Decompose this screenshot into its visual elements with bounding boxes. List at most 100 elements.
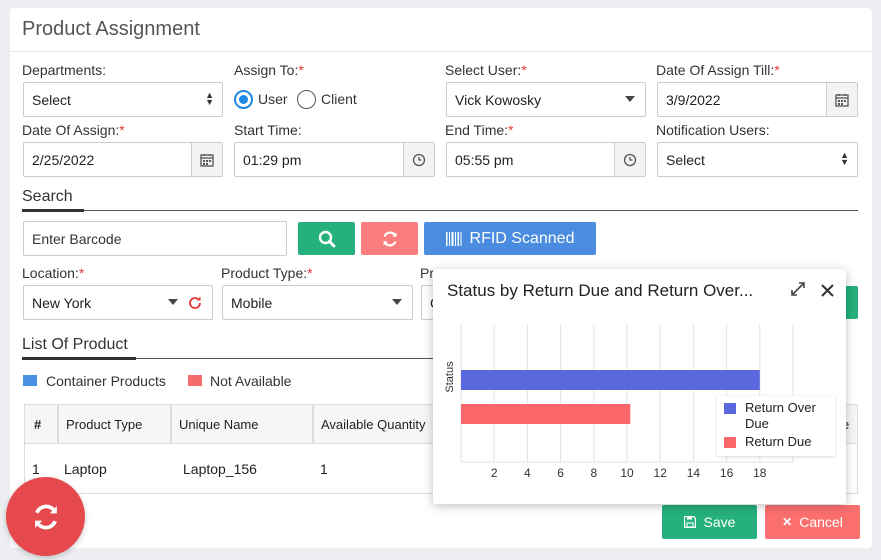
legend-return-due-label: Return Due	[745, 434, 812, 449]
notification-users-label: Notification Users:	[656, 122, 770, 138]
refresh-icon	[382, 231, 397, 246]
card-header: Product Assignment	[10, 8, 872, 52]
location-label: Location:*	[22, 265, 85, 281]
start-time-input[interactable]: 01:29 pm	[234, 142, 435, 177]
departments-select[interactable]: Select ▲ ▼	[23, 82, 223, 117]
partial-label: Pr	[420, 265, 434, 281]
end-time-value: 05:55 pm	[455, 151, 514, 168]
departments-value: Select	[32, 91, 71, 108]
date-assign-till-label: Date Of Assign Till:*	[656, 62, 780, 78]
cancel-button[interactable]: ✕ Cancel	[765, 505, 860, 539]
date-of-assign-input[interactable]: 2/25/2022	[23, 142, 223, 177]
page-title: Product Assignment	[22, 18, 200, 40]
date-of-assign-label: Date Of Assign:*	[22, 122, 125, 138]
chevron-down-icon	[168, 299, 178, 305]
x-tick-label: 4	[524, 466, 531, 480]
x-tick-label: 6	[557, 466, 564, 480]
expand-icon[interactable]	[790, 281, 806, 297]
start-time-label: Start Time:	[234, 122, 302, 138]
departments-label: Departments:	[22, 62, 107, 78]
end-time-label: End Time:*	[445, 122, 514, 138]
barcode-icon	[445, 231, 462, 246]
updown-caret-icon: ▲ ▼	[840, 150, 849, 167]
chevron-down-icon	[392, 299, 402, 305]
search-underline	[22, 209, 84, 212]
save-button[interactable]: Save	[662, 505, 757, 539]
table-header-unique-name: Unique Name	[171, 404, 313, 444]
end-time-input[interactable]: 05:55 pm	[446, 142, 646, 177]
chart-popup: Status by Return Due and Return Over... …	[433, 269, 846, 504]
chart-legend: Return Over Due Return Due	[717, 396, 835, 456]
assign-to-label: Assign To:*	[234, 62, 304, 78]
table-cell-name: Laptop_156	[171, 444, 313, 494]
notification-users-value: Select	[666, 151, 705, 168]
chart-bars	[461, 370, 760, 424]
legend-return-over-due-swatch	[724, 403, 736, 414]
table-header-num: #	[24, 404, 58, 444]
x-tick-label: 10	[620, 466, 634, 480]
popup-title: Status by Return Due and Return Over...	[447, 281, 754, 300]
radio-user[interactable]	[234, 90, 253, 109]
legend-return-due-swatch	[724, 437, 736, 448]
date-assign-till-input[interactable]: 3/9/2022	[657, 82, 858, 117]
rfid-label: RFID Scanned	[469, 229, 575, 247]
product-type-value: Mobile	[231, 294, 273, 311]
select-user-dropdown[interactable]: Vick Kowosky	[446, 82, 646, 117]
legend-not-available-label: Not Available	[210, 373, 292, 389]
refresh-icon[interactable]	[188, 296, 202, 310]
table-cell-type: Laptop	[58, 444, 171, 494]
cancel-label: Cancel	[799, 514, 843, 530]
legend-not-available-swatch	[188, 375, 202, 386]
reset-button[interactable]	[361, 222, 418, 255]
calendar-icon[interactable]	[826, 83, 857, 116]
bar-return-over-due[interactable]	[461, 370, 760, 390]
date-of-assign-value: 2/25/2022	[32, 151, 95, 168]
radio-client[interactable]	[297, 90, 316, 109]
x-tick-label: 8	[590, 466, 597, 480]
date-assign-till-value: 3/9/2022	[666, 91, 721, 108]
save-label: Save	[703, 514, 736, 530]
select-user-label: Select User:*	[445, 62, 527, 78]
rfid-scanned-button[interactable]: RFID Scanned	[424, 222, 596, 255]
radio-client-label: Client	[321, 91, 357, 107]
barcode-input[interactable]: Enter Barcode	[23, 221, 287, 256]
updown-caret-icon: ▲ ▼	[205, 90, 214, 107]
list-underline	[22, 357, 136, 360]
chevron-down-icon	[625, 96, 635, 102]
notification-users-select[interactable]: Select ▲ ▼	[657, 142, 858, 177]
location-value: New York	[32, 294, 92, 311]
start-time-value: 01:29 pm	[243, 151, 302, 168]
chart-ylabel: Status	[444, 361, 456, 393]
save-icon	[683, 516, 696, 528]
legend-container-swatch	[23, 375, 37, 386]
legend-return-over-due-label: Return Over Due	[745, 400, 816, 431]
table-header-available-qty: Available Quantity	[313, 404, 443, 444]
x-tick-label: 16	[720, 466, 734, 480]
close-icon: ✕	[782, 515, 793, 529]
list-section-title: List Of Product	[22, 336, 128, 353]
bar-return-due[interactable]	[461, 404, 631, 424]
barcode-placeholder: Enter Barcode	[32, 230, 122, 247]
legend-container-label: Container Products	[46, 373, 166, 389]
x-tick-label: 18	[753, 466, 767, 480]
clock-icon[interactable]	[614, 143, 645, 176]
location-select[interactable]: New York	[23, 285, 213, 320]
product-type-label: Product Type:*	[221, 265, 313, 281]
x-tick-label: 12	[654, 466, 668, 480]
close-icon[interactable]	[821, 284, 834, 297]
search-section-title: Search	[22, 188, 73, 205]
table-header-product-type: Product Type	[58, 404, 171, 444]
search-icon	[318, 230, 335, 247]
radio-user-label: User	[258, 91, 288, 107]
floating-refresh-button[interactable]	[6, 477, 85, 556]
product-type-select[interactable]: Mobile	[222, 285, 413, 320]
select-user-value: Vick Kowosky	[455, 91, 542, 108]
search-divider	[22, 210, 858, 211]
search-button[interactable]	[298, 222, 355, 255]
x-tick-label: 14	[687, 466, 701, 480]
table-cell-qty: 1	[313, 444, 433, 494]
x-tick-label: 2	[491, 466, 498, 480]
refresh-icon	[34, 504, 57, 529]
clock-icon[interactable]	[403, 143, 434, 176]
calendar-icon[interactable]	[191, 143, 222, 176]
